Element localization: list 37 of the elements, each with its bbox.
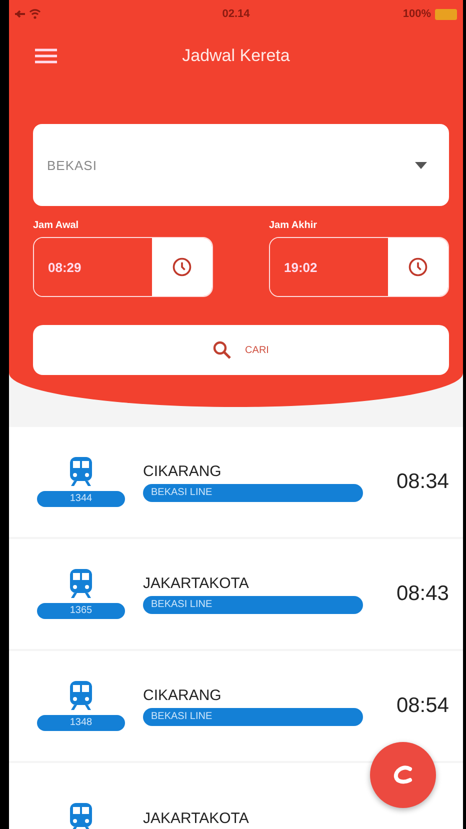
destination: CIKARANG [143, 686, 222, 704]
battery-icon [435, 8, 457, 20]
battery-percent: 100% [402, 8, 431, 20]
caret-icon [415, 162, 427, 168]
field-label: Jam Awal [33, 220, 80, 231]
wifi-icon [29, 9, 41, 19]
clock-button[interactable] [152, 238, 212, 296]
app-title: Jadwal Kereta [181, 46, 291, 66]
schedule-row[interactable]: JAKARTAKOTA [9, 763, 463, 829]
schedule-row[interactable]: 1344 CIKARANG BEKASI LINE 08:34 [9, 427, 463, 537]
train-number: 1348 [37, 715, 125, 731]
clock-icon [171, 256, 193, 278]
station-dropdown[interactable]: BEKASI [33, 124, 449, 206]
departure-time: 08:43 [395, 582, 449, 606]
train-icon [68, 681, 94, 711]
search-button[interactable]: CARI [33, 325, 449, 375]
destination: JAKARTAKOTA [143, 810, 250, 826]
schedule-row[interactable]: 1365 JAKARTAKOTA BEKASI LINE 08:43 [9, 539, 463, 649]
status-time: 02.14 [222, 8, 250, 20]
train-icon [68, 569, 94, 599]
field-label: Jam Akhir [269, 220, 318, 231]
line-tag: BEKASI LINE [143, 484, 363, 502]
train-icon [68, 457, 94, 487]
clock-icon [407, 256, 429, 278]
menu-button[interactable] [35, 48, 57, 64]
schedule-row[interactable]: 1348 CIKARANG BEKASI LINE 08:54 [9, 651, 463, 761]
train-number: 1365 [37, 603, 125, 619]
search-icon [213, 341, 232, 359]
departure-time: 08:54 [395, 694, 449, 718]
destination: JAKARTAKOTA [143, 574, 250, 592]
destination: CIKARANG [143, 462, 222, 480]
train-number: 1344 [37, 491, 125, 507]
clock-button[interactable] [388, 238, 448, 296]
departure-time: 08:34 [395, 470, 449, 494]
train-icon [68, 803, 94, 829]
line-tag: BEKASI LINE [143, 708, 363, 726]
line-tag: BEKASI LINE [143, 596, 363, 614]
